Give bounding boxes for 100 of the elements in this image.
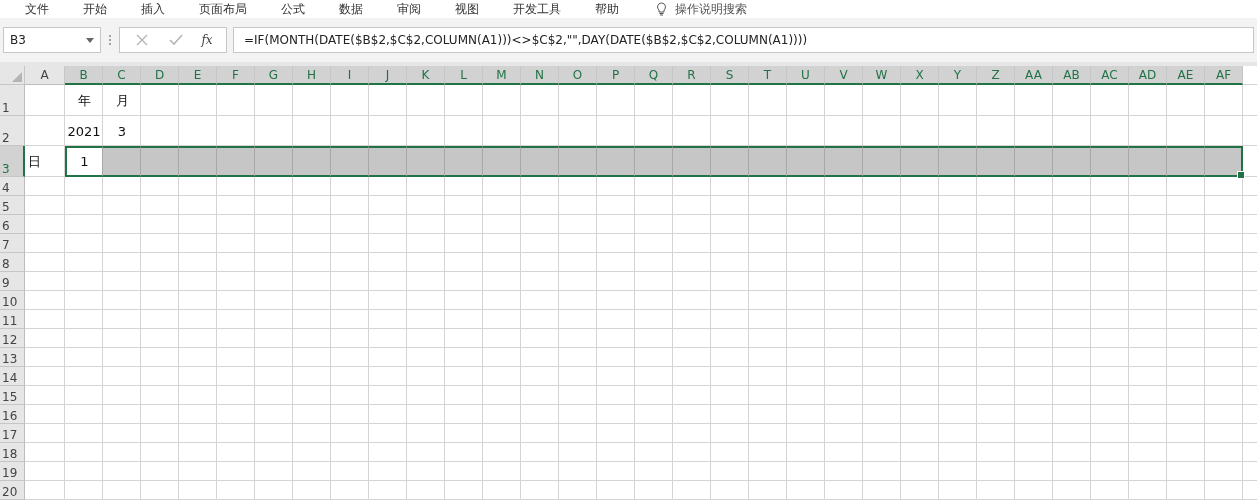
highlighted-cell[interactable] xyxy=(787,146,825,177)
row-header[interactable]: 3 xyxy=(0,146,25,177)
highlighted-cell[interactable] xyxy=(901,146,939,177)
column-header[interactable]: G xyxy=(255,66,293,85)
column-header[interactable]: U xyxy=(787,66,825,85)
row-header[interactable]: 8 xyxy=(0,253,25,272)
highlighted-cell[interactable] xyxy=(369,146,407,177)
table-cell[interactable]: 2021 xyxy=(65,116,103,146)
column-header[interactable]: R xyxy=(673,66,711,85)
row-header[interactable]: 5 xyxy=(0,196,25,215)
column-header[interactable]: Y xyxy=(939,66,977,85)
column-header[interactable]: AD xyxy=(1129,66,1167,85)
column-header[interactable]: L xyxy=(445,66,483,85)
highlighted-cell[interactable] xyxy=(1053,146,1091,177)
formula-field[interactable]: =IF(MONTH(DATE($B$2,$C$2,COLUMN(A1)))<>$C$2,"",DAY(DATE($B$2,$C$2,COLUMN(A1)))) xyxy=(233,27,1254,53)
column-header[interactable]: I xyxy=(331,66,369,85)
highlighted-cell[interactable] xyxy=(1091,146,1129,177)
row-header[interactable]: 15 xyxy=(0,386,25,405)
column-header[interactable]: D xyxy=(141,66,179,85)
fill-handle[interactable] xyxy=(1237,171,1245,179)
table-cell[interactable]: 月 xyxy=(103,85,141,116)
row-header[interactable]: 9 xyxy=(0,272,25,291)
highlighted-cell[interactable] xyxy=(1205,146,1243,177)
highlighted-cell[interactable] xyxy=(559,146,597,177)
column-header[interactable]: AF xyxy=(1205,66,1243,85)
highlighted-cell[interactable] xyxy=(711,146,749,177)
row-header[interactable]: 1 xyxy=(0,85,25,116)
column-header[interactable]: AA xyxy=(1015,66,1053,85)
column-header[interactable]: E xyxy=(179,66,217,85)
column-header[interactable]: A xyxy=(25,66,65,85)
column-header[interactable]: F xyxy=(217,66,255,85)
column-header[interactable]: AC xyxy=(1091,66,1129,85)
column-header[interactable]: P xyxy=(597,66,635,85)
highlighted-cell[interactable] xyxy=(977,146,1015,177)
highlighted-cell[interactable] xyxy=(483,146,521,177)
row-header[interactable]: 19 xyxy=(0,462,25,481)
name-box[interactable]: B3 xyxy=(3,27,101,53)
row-header[interactable]: 12 xyxy=(0,329,25,348)
row-header[interactable]: 2 xyxy=(0,116,25,146)
highlighted-cell[interactable] xyxy=(255,146,293,177)
column-header[interactable]: N xyxy=(521,66,559,85)
highlighted-cell[interactable] xyxy=(825,146,863,177)
menu-item[interactable]: 数据 xyxy=(322,1,380,17)
highlighted-cell[interactable] xyxy=(217,146,255,177)
column-header[interactable]: AB xyxy=(1053,66,1091,85)
row-header[interactable]: 17 xyxy=(0,424,25,443)
menu-item[interactable]: 帮助 xyxy=(578,1,636,17)
menu-item[interactable]: 文件 xyxy=(8,1,66,17)
column-header[interactable]: Z xyxy=(977,66,1015,85)
column-header[interactable]: V xyxy=(825,66,863,85)
highlighted-cell[interactable] xyxy=(673,146,711,177)
row-header[interactable]: 14 xyxy=(0,367,25,386)
column-header[interactable]: H xyxy=(293,66,331,85)
insert-function-button[interactable]: fx xyxy=(196,33,218,47)
highlighted-cell[interactable] xyxy=(597,146,635,177)
column-header[interactable]: W xyxy=(863,66,901,85)
table-cell[interactable]: 年 xyxy=(65,85,103,116)
column-header[interactable]: T xyxy=(749,66,787,85)
highlighted-cell[interactable] xyxy=(331,146,369,177)
highlighted-cell[interactable] xyxy=(863,146,901,177)
table-cell[interactable]: 日 xyxy=(25,146,65,177)
column-header[interactable]: O xyxy=(559,66,597,85)
row-header[interactable]: 10 xyxy=(0,291,25,310)
column-header[interactable]: Q xyxy=(635,66,673,85)
column-header[interactable]: AE xyxy=(1167,66,1205,85)
menu-item[interactable]: 视图 xyxy=(438,1,496,17)
menu-item[interactable]: 插入 xyxy=(124,1,182,17)
highlighted-cell[interactable] xyxy=(1167,146,1205,177)
row-header[interactable]: 18 xyxy=(0,443,25,462)
highlighted-cell[interactable] xyxy=(1015,146,1053,177)
row-header[interactable]: 20 xyxy=(0,481,25,500)
highlighted-cell[interactable] xyxy=(445,146,483,177)
row-header[interactable]: 16 xyxy=(0,405,25,424)
highlighted-cell[interactable] xyxy=(635,146,673,177)
highlighted-cell[interactable] xyxy=(293,146,331,177)
table-cell[interactable]: 3 xyxy=(103,116,141,146)
highlighted-cell[interactable] xyxy=(179,146,217,177)
row-header[interactable]: 4 xyxy=(0,177,25,196)
column-header[interactable]: S xyxy=(711,66,749,85)
active-cell[interactable]: 1 xyxy=(65,146,103,177)
column-header[interactable]: X xyxy=(901,66,939,85)
highlighted-cell[interactable] xyxy=(939,146,977,177)
menu-item[interactable]: 公式 xyxy=(264,1,322,17)
column-header[interactable]: B xyxy=(65,66,103,85)
column-header[interactable]: K xyxy=(407,66,445,85)
menu-item[interactable]: 开发工具 xyxy=(496,1,578,17)
row-header[interactable]: 11 xyxy=(0,310,25,329)
column-header[interactable]: M xyxy=(483,66,521,85)
tell-me-search-field[interactable]: 操作说明搜索 xyxy=(673,1,797,17)
highlighted-cell[interactable] xyxy=(141,146,179,177)
highlighted-cell[interactable] xyxy=(521,146,559,177)
highlighted-cell[interactable] xyxy=(103,146,141,177)
row-header[interactable]: 13 xyxy=(0,348,25,367)
row-header[interactable]: 6 xyxy=(0,215,25,234)
highlighted-cell[interactable] xyxy=(407,146,445,177)
highlighted-cell[interactable] xyxy=(749,146,787,177)
highlighted-cell[interactable] xyxy=(1129,146,1167,177)
column-header[interactable]: C xyxy=(103,66,141,85)
menu-item[interactable]: 页面布局 xyxy=(182,1,264,17)
row-header[interactable]: 7 xyxy=(0,234,25,253)
